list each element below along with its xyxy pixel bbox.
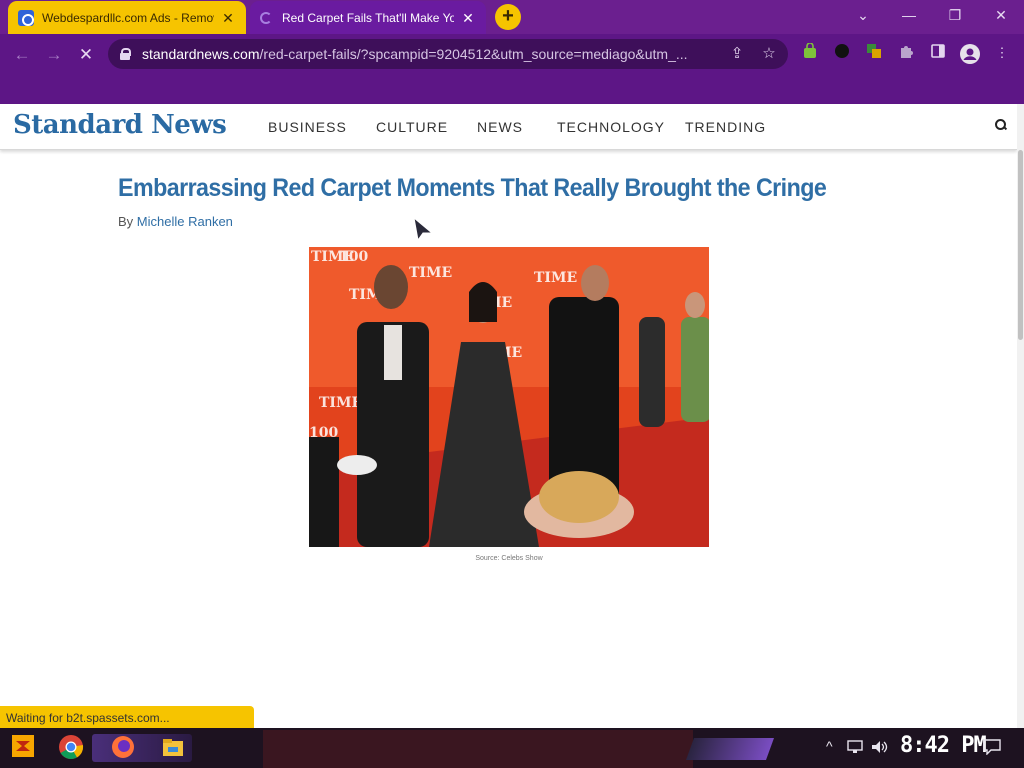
search-icon[interactable]	[995, 119, 1007, 131]
tab-close-icon[interactable]: ✕	[220, 10, 236, 26]
backdrop-time-text: TIME	[409, 265, 452, 281]
minimize-button[interactable]: —	[894, 4, 924, 26]
status-bubble: Waiting for b2t.spassets.com...	[0, 706, 254, 730]
url-host: standardnews.com	[142, 46, 260, 62]
share-icon[interactable]: ⇪	[728, 45, 746, 63]
mouse-cursor-icon	[413, 217, 433, 241]
url-text[interactable]: standardnews.com/red-carpet-fails/?spcam…	[142, 46, 712, 62]
byline: By Michelle Ranken	[118, 214, 233, 229]
taskbar-decoration	[685, 738, 775, 760]
dark-extension-icon[interactable]	[832, 43, 852, 63]
tab-webdespard[interactable]: Webdespardllc.com Ads - Remove ✕	[8, 1, 246, 34]
taskbar-clock[interactable]: 8:42 PM	[900, 733, 987, 758]
backdrop-time-text: TIME	[319, 395, 362, 411]
tab-title: Red Carpet Fails That'll Make You	[282, 10, 454, 25]
taskbar-empty-area	[263, 730, 693, 768]
nav-trending[interactable]: TRENDING	[685, 119, 766, 135]
scrollbar-thumb[interactable]	[1018, 150, 1023, 340]
url-path: /red-carpet-fails/?spcampid=9204512&utm_…	[259, 46, 688, 62]
site-header: Standard News BUSINESS CULTURE NEWS TECH…	[0, 104, 1017, 150]
tab-strip: Webdespardllc.com Ads - Remove ✕ Red Car…	[0, 0, 1024, 34]
file-explorer-icon[interactable]	[160, 735, 186, 761]
bookmark-star-icon[interactable]: ☆	[760, 45, 778, 63]
stop-loading-button[interactable]: ✕	[74, 43, 98, 67]
backdrop-time-text: TIME	[534, 270, 577, 286]
backdrop-100-text: 100	[339, 249, 368, 265]
shopping-extension-icon[interactable]	[800, 42, 820, 63]
new-tab-button[interactable]: +	[495, 4, 521, 30]
back-button[interactable]: ←	[10, 43, 34, 67]
notification-icon[interactable]	[983, 739, 1001, 755]
firefox-icon[interactable]	[110, 734, 136, 760]
nav-culture[interactable]: CULTURE	[376, 119, 448, 135]
close-window-button[interactable]: ✕	[986, 4, 1016, 26]
nav-business[interactable]: BUSINESS	[268, 119, 347, 135]
nav-technology[interactable]: TECHNOLOGY	[557, 119, 665, 135]
chevron-up-icon[interactable]: ^	[826, 738, 833, 754]
chrome-icon[interactable]	[58, 734, 84, 760]
tab-red-carpet[interactable]: Red Carpet Fails That'll Make You ✕	[250, 1, 486, 34]
tab-favicon-icon	[18, 9, 34, 26]
lock-icon[interactable]	[120, 48, 131, 60]
volume-icon[interactable]	[871, 740, 889, 754]
article-headline: Embarrassing Red Carpet Moments That Rea…	[118, 174, 827, 202]
extensions-puzzle-icon[interactable]	[896, 43, 916, 63]
forward-button[interactable]: →	[42, 43, 66, 67]
site-logo[interactable]: Standard News	[13, 110, 227, 140]
tab-close-icon[interactable]: ✕	[460, 10, 476, 26]
author-link[interactable]: Michelle Ranken	[137, 214, 233, 229]
article-image: TIME TIME TIME TIME TIME TIME TIME 100 1…	[309, 247, 709, 547]
byline-prefix: By	[118, 214, 134, 229]
tab-search-chevron-icon[interactable]: ⌄	[848, 4, 878, 26]
translate-extension-icon[interactable]	[864, 43, 884, 63]
tab-title: Webdespardllc.com Ads - Remove	[42, 10, 214, 25]
side-panel-icon[interactable]	[928, 43, 948, 63]
start-button-icon[interactable]	[10, 733, 36, 759]
restore-button[interactable]: ❐	[940, 4, 970, 26]
nav-news[interactable]: NEWS	[477, 119, 523, 135]
network-icon[interactable]	[847, 740, 863, 754]
loading-spinner-icon	[260, 11, 272, 24]
image-caption: Source: Celebs Show	[475, 555, 543, 562]
address-bar[interactable]: standardnews.com/red-carpet-fails/?spcam…	[108, 39, 788, 69]
browser-menu-icon[interactable]: ⋮	[992, 43, 1012, 63]
profile-avatar-icon[interactable]	[959, 43, 980, 64]
browser-toolbar: ← → ✕ standardnews.com/red-carpet-fails/…	[0, 34, 1024, 104]
